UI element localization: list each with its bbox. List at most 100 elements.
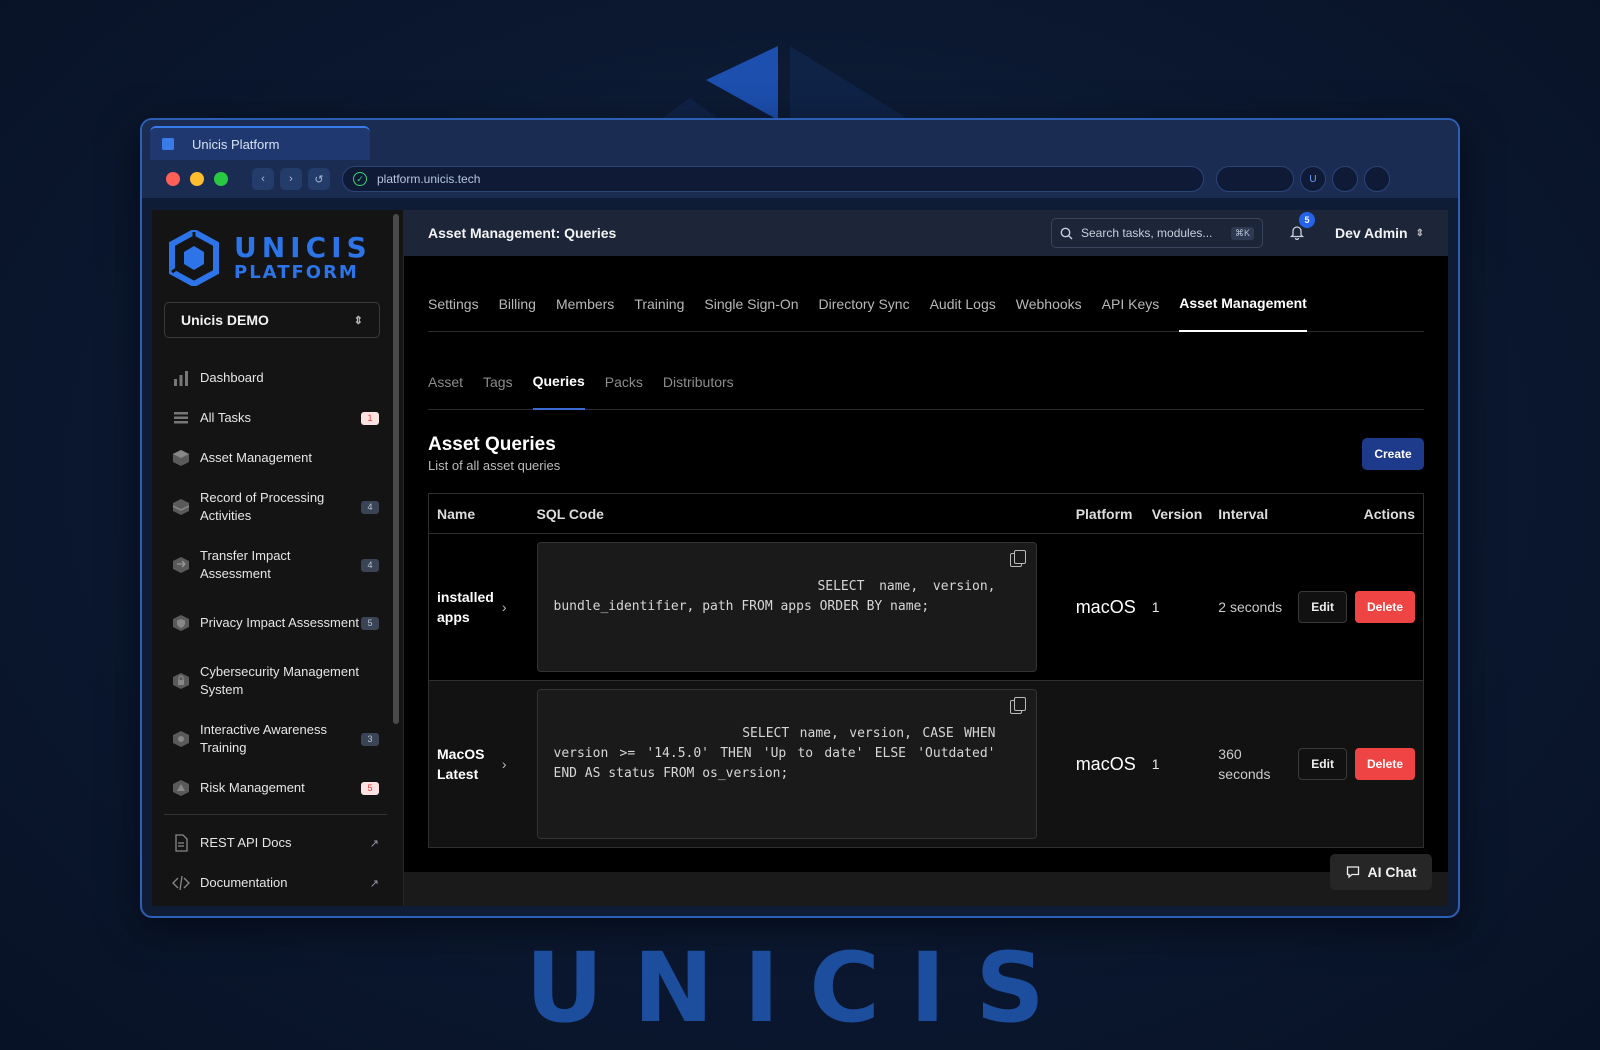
extension-button[interactable] — [1332, 166, 1358, 192]
page-body: Settings Billing Members Training Single… — [404, 256, 1448, 872]
edit-button[interactable]: Edit — [1298, 748, 1347, 780]
tab-directory-sync[interactable]: Directory Sync — [819, 276, 910, 332]
settings-tabs: Settings Billing Members Training Single… — [428, 256, 1424, 332]
chat-bubble-icon — [1346, 866, 1359, 879]
subtab-asset[interactable]: Asset — [428, 354, 463, 410]
favicon-icon — [162, 138, 174, 150]
subtab-distributors[interactable]: Distributors — [663, 354, 734, 410]
tab-billing[interactable]: Billing — [499, 276, 536, 332]
sidebar-item-ropa[interactable]: Record of Processing Activities 4 — [164, 478, 387, 536]
unicis-logo-icon — [169, 230, 219, 286]
count-badge: 4 — [361, 558, 379, 572]
back-icon[interactable]: ‹ — [252, 168, 274, 190]
create-button[interactable]: Create — [1362, 438, 1424, 470]
sidebar-item-asset-management[interactable]: Asset Management — [164, 438, 387, 478]
brand-logo[interactable]: UNICIS PLATFORM — [164, 228, 387, 288]
lock-icon — [173, 673, 189, 689]
browser-tab-title: Unicis Platform — [192, 136, 280, 152]
tab-settings[interactable]: Settings — [428, 276, 479, 332]
secure-check-icon: ✓ — [353, 172, 367, 186]
close-window-button[interactable] — [166, 172, 180, 186]
sidebar-item-dashboard[interactable]: Dashboard — [164, 358, 387, 398]
edit-button[interactable]: Edit — [1298, 591, 1347, 623]
query-name[interactable]: MacOS Latest — [437, 744, 502, 784]
platform-cell: macOS — [1067, 533, 1144, 681]
ai-chat-button[interactable]: AI Chat — [1330, 854, 1432, 890]
notification-count-badge: 5 — [1299, 212, 1315, 228]
asset-subtabs: Asset Tags Queries Packs Distributors — [428, 332, 1424, 410]
minimize-window-button[interactable] — [190, 172, 204, 186]
code-icon — [172, 875, 190, 891]
sidebar-item-risk-management[interactable]: Risk Management 5 — [164, 768, 387, 808]
sidebar-item-label: REST API Docs — [200, 835, 292, 850]
version-cell: 1 — [1143, 533, 1211, 681]
menu-button[interactable] — [1364, 166, 1390, 192]
sidebar-item-all-tasks[interactable]: All Tasks 1 — [164, 398, 387, 438]
tab-members[interactable]: Members — [556, 276, 614, 332]
subtab-tags[interactable]: Tags — [483, 354, 513, 410]
delete-button[interactable]: Delete — [1354, 591, 1415, 623]
count-badge: 3 — [361, 732, 379, 746]
sidebar-item-label: Privacy Impact Assessment — [200, 615, 359, 630]
column-header: Actions — [1290, 493, 1424, 534]
search-icon — [1060, 227, 1073, 239]
subtab-queries[interactable]: Queries — [532, 354, 585, 410]
sql-code-text: SELECT name, version, CASE WHEN version … — [553, 726, 1004, 781]
transfer-icon — [173, 557, 189, 573]
chevron-right-icon[interactable]: › — [502, 599, 521, 615]
tab-api-keys[interactable]: API Keys — [1102, 276, 1160, 332]
top-header: Asset Management: Queries Search tasks, … — [404, 210, 1448, 256]
global-search[interactable]: Search tasks, modules... ⌘K — [1051, 218, 1263, 248]
cube-icon — [173, 450, 189, 466]
toolbar-pill-button[interactable] — [1216, 166, 1294, 192]
copy-icon[interactable] — [1009, 697, 1026, 714]
notifications-button[interactable]: 5 — [1289, 212, 1315, 242]
sidebar-link-documentation[interactable]: Documentation ↗ — [164, 863, 387, 903]
delete-button[interactable]: Delete — [1354, 748, 1415, 780]
profile-avatar[interactable]: U — [1300, 166, 1326, 192]
sidebar-item-label: Documentation — [200, 875, 288, 890]
browser-tab[interactable]: Unicis Platform — [150, 126, 370, 160]
sidebar-link-rest-api-docs[interactable]: REST API Docs ↗ — [164, 823, 387, 863]
url-text: platform.unicis.tech — [377, 172, 481, 186]
maximize-window-button[interactable] — [214, 172, 228, 186]
sidebar-item-privacy-impact[interactable]: Privacy Impact Assessment 5 — [164, 594, 387, 652]
chevron-updown-icon: ⇕ — [1415, 227, 1424, 239]
chevron-right-icon[interactable]: › — [502, 756, 521, 772]
sidebar-item-cybersecurity[interactable]: Cybersecurity Management System — [164, 652, 387, 710]
reload-icon[interactable]: ↺ — [308, 168, 330, 190]
ai-chat-label: AI Chat — [1367, 864, 1417, 880]
tab-training[interactable]: Training — [634, 276, 684, 332]
copy-icon[interactable] — [1009, 550, 1026, 567]
version-cell: 1 — [1143, 680, 1211, 848]
user-menu[interactable]: Dev Admin ⇕ — [1335, 225, 1424, 241]
column-header: Name — [428, 493, 529, 534]
sidebar-item-awareness-training[interactable]: Interactive Awareness Training 3 — [164, 710, 387, 768]
count-badge: 5 — [361, 616, 379, 630]
browser-toolbar: ‹ › ↺ ✓ platform.unicis.tech U — [142, 160, 1458, 198]
tab-audit-logs[interactable]: Audit Logs — [930, 276, 996, 332]
table-row[interactable]: MacOS Latest › SELECT name, version, CAS… — [428, 680, 1424, 848]
sidebar-divider — [164, 814, 387, 815]
forward-icon[interactable]: › — [280, 168, 302, 190]
sidebar-scrollbar[interactable] — [393, 214, 399, 724]
table-row[interactable]: installed apps › SELECT name, version, b… — [428, 533, 1424, 681]
interval-cell: 360 seconds — [1210, 680, 1291, 848]
footer-wordmark: UNICIS — [525, 932, 1075, 1044]
organization-selector[interactable]: Unicis DEMO ⇕ — [164, 302, 380, 338]
training-icon — [173, 731, 189, 747]
tab-asset-management[interactable]: Asset Management — [1179, 276, 1307, 332]
sidebar-item-label: Transfer Impact Assessment — [200, 548, 291, 581]
tab-single-sign-on[interactable]: Single Sign-On — [704, 276, 798, 332]
subtab-packs[interactable]: Packs — [605, 354, 643, 410]
count-badge: 4 — [361, 500, 379, 514]
query-name[interactable]: installed apps — [437, 587, 502, 627]
document-icon — [175, 834, 188, 852]
shortcut-hint: ⌘K — [1230, 226, 1254, 240]
sidebar-item-transfer-impact[interactable]: Transfer Impact Assessment 4 — [164, 536, 387, 594]
table-header-row: Name SQL Code Platform Version Interval … — [428, 493, 1424, 534]
tab-webhooks[interactable]: Webhooks — [1016, 276, 1082, 332]
address-bar[interactable]: ✓ platform.unicis.tech — [342, 166, 1204, 192]
browser-tabbar: Unicis Platform — [142, 120, 1458, 160]
column-header: SQL Code — [528, 493, 1068, 534]
